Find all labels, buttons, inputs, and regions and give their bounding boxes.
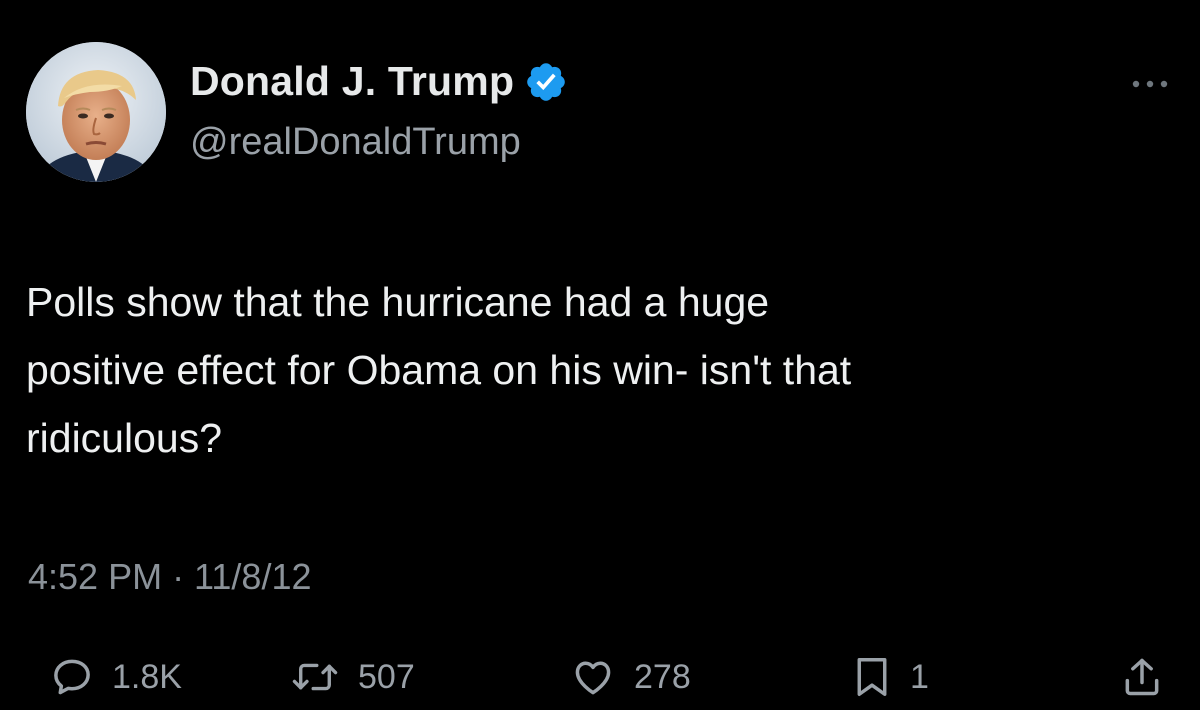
author-name-row[interactable]: Donald J. Trump — [190, 58, 568, 105]
action-bar: 1.8K 507 278 1 — [0, 645, 1200, 709]
tweet-text-line: Polls show that the hurricane had a huge — [26, 279, 770, 325]
verified-badge-icon — [524, 60, 568, 104]
bookmark-count: 1 — [910, 657, 929, 696]
bookmark-button[interactable]: 1 — [852, 645, 929, 709]
retweet-count: 507 — [358, 657, 415, 696]
share-icon — [1125, 658, 1159, 696]
more-horizontal-icon[interactable] — [1128, 72, 1172, 96]
reply-icon — [54, 659, 90, 695]
heart-icon — [575, 661, 611, 695]
reply-button[interactable]: 1.8K — [50, 645, 182, 709]
tweet-text-line: positive effect for Obama on his win- is… — [26, 347, 852, 393]
reply-count: 1.8K — [112, 657, 182, 696]
like-count: 278 — [634, 657, 691, 696]
bookmark-icon — [857, 657, 887, 696]
tweet-timestamp[interactable]: 4:52 PM · 11/8/12 — [28, 556, 312, 598]
tweet-card: Donald J. Trump @realDonaldTrump Polls s… — [0, 0, 1200, 710]
retweet-icon — [292, 663, 338, 691]
profile-photo-icon — [26, 42, 166, 182]
author-display-name[interactable]: Donald J. Trump — [190, 58, 514, 105]
tweet-text-line: ridiculous? — [26, 415, 222, 461]
retweet-button[interactable]: 507 — [290, 645, 415, 709]
avatar[interactable] — [26, 42, 166, 182]
share-button[interactable] — [1120, 645, 1164, 709]
tweet-text: Polls show that the hurricane had a huge… — [26, 268, 1166, 472]
author-handle[interactable]: @realDonaldTrump — [190, 121, 521, 164]
like-button[interactable]: 278 — [570, 645, 691, 709]
